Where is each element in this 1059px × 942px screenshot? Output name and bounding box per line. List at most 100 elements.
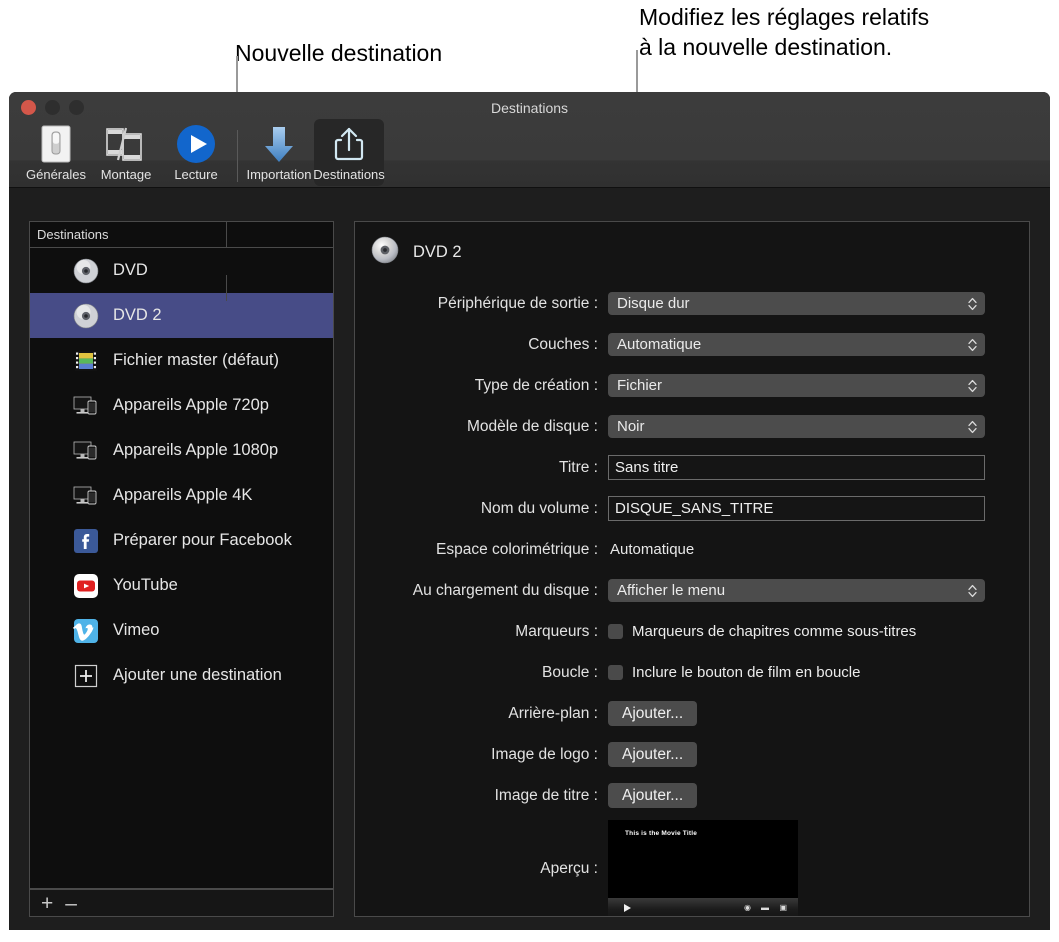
play-icon[interactable]	[624, 904, 631, 912]
field-control: Noir	[608, 415, 1029, 438]
destinations-sidebar: Destinations DVD DVD 2 Fichier master (d…	[29, 221, 334, 889]
text-field-value: DISQUE_SANS_TITRE	[615, 500, 774, 517]
window-body: Destinations DVD DVD 2 Fichier master (d…	[9, 189, 1050, 930]
detail-header: DVD 2	[355, 222, 1029, 269]
preview-movie-title: This is the Movie Title	[625, 830, 698, 837]
menu-preview[interactable]: This is the Movie Title ◉ ▬ ▣	[608, 820, 798, 916]
checkbox-label: Inclure le bouton de film en boucle	[632, 664, 861, 681]
field-label: Titre :	[558, 458, 598, 476]
destination-list-item[interactable]: Fichier master (défaut)	[30, 338, 333, 383]
popup-value: Fichier	[617, 377, 663, 394]
toolbar-item-lecture[interactable]: Lecture	[161, 119, 231, 186]
destination-label: YouTube	[113, 576, 178, 594]
field-control: Marqueurs de chapitres comme sous-titres	[608, 623, 1029, 640]
destination-list-item[interactable]: Préparer pour Facebook	[30, 518, 333, 563]
field-label: Type de création :	[474, 376, 598, 394]
destinations-list: DVD DVD 2 Fichier master (défaut) Appare…	[30, 248, 333, 698]
static-value: Automatique	[610, 541, 695, 558]
disc-icon	[371, 236, 399, 269]
checkbox-row[interactable]: Marqueurs de chapitres comme sous-titres	[608, 623, 916, 640]
popup-button[interactable]: Automatique	[608, 333, 985, 356]
window-titlebar: Destinations Générales Montage Lecture I…	[9, 92, 1050, 188]
destination-list-item[interactable]: Appareils Apple 4K	[30, 473, 333, 518]
popup-button[interactable]: Noir	[608, 415, 985, 438]
field-label: Aperçu :	[540, 860, 598, 877]
checkbox-label: Marqueurs de chapitres comme sous-titres	[632, 623, 917, 640]
form-row: Nom du volume : DISQUE_SANS_TITRE	[355, 488, 1029, 529]
form-row: Titre : Sans titre	[355, 447, 1029, 488]
field-control: This is the Movie Title ◉ ▬ ▣	[608, 820, 1029, 916]
destination-settings-form: Périphérique de sortie : Disque dur Couc…	[355, 283, 1029, 916]
window-title: Destinations	[490, 100, 569, 116]
chevron-updown-icon	[968, 297, 977, 311]
popup-button[interactable]: Afficher le menu	[608, 579, 985, 602]
remove-destination-button[interactable]: –	[65, 893, 77, 914]
destination-label: Appareils Apple 720p	[113, 396, 269, 414]
field-label: Marqueurs :	[515, 622, 598, 640]
youtube-icon	[72, 572, 100, 600]
extras-icon[interactable]: ▣	[779, 904, 787, 912]
destination-list-item[interactable]: Ajouter une destination	[30, 653, 333, 698]
subtitles-icon[interactable]: ▬	[761, 904, 769, 912]
checkbox[interactable]	[608, 665, 623, 680]
chevron-updown-icon	[968, 338, 977, 352]
field-label: Image de logo :	[491, 745, 598, 763]
disc-icon	[72, 257, 100, 285]
add-button[interactable]: Ajouter...	[608, 783, 698, 808]
toolbar-item-generales[interactable]: Générales	[21, 119, 91, 186]
destination-list-item[interactable]: Appareils Apple 1080p	[30, 428, 333, 473]
destination-label: DVD	[113, 261, 148, 279]
field-control: DISQUE_SANS_TITRE	[608, 496, 1029, 521]
chevron-updown-icon	[968, 420, 977, 434]
form-row: Arrière-plan : Ajouter...	[355, 693, 1029, 734]
filmreel-icon	[72, 347, 100, 375]
form-row: Espace colorimétrique : Automatique	[355, 529, 1029, 570]
preview-controls-bar: ◉ ▬ ▣	[608, 898, 798, 916]
popup-value: Disque dur	[617, 295, 690, 312]
form-row: Type de création : Fichier	[355, 365, 1029, 406]
text-field[interactable]: Sans titre	[608, 455, 985, 480]
popup-button[interactable]: Fichier	[608, 374, 985, 397]
field-label: Nom du volume :	[480, 499, 598, 517]
toolbar-item-destinations[interactable]: Destinations	[313, 119, 385, 186]
destination-detail-panel: DVD 2 Périphérique de sortie : Disque du…	[354, 221, 1030, 917]
popup-value: Noir	[617, 418, 645, 435]
form-row: Périphérique de sortie : Disque dur	[355, 283, 1029, 324]
add-button-label: Ajouter...	[622, 786, 684, 804]
sidebar-footer-toolbar: + –	[29, 889, 334, 917]
toolbar-item-importation[interactable]: Importation	[244, 119, 314, 186]
field-label: Espace colorimétrique :	[436, 540, 598, 558]
toolbar-item-montage[interactable]: Montage	[91, 119, 161, 186]
destination-list-item[interactable]: DVD	[30, 248, 333, 293]
destination-label: Appareils Apple 1080p	[113, 441, 279, 459]
destination-list-item[interactable]: Vimeo	[30, 608, 333, 653]
share-icon	[331, 123, 367, 165]
add-button[interactable]: Ajouter...	[608, 742, 698, 767]
field-control: Fichier	[608, 374, 1029, 397]
add-destination-button[interactable]: +	[41, 893, 53, 914]
add-button-label: Ajouter...	[622, 745, 684, 763]
destination-label: Ajouter une destination	[113, 666, 282, 684]
text-field[interactable]: DISQUE_SANS_TITRE	[608, 496, 985, 521]
checkbox[interactable]	[608, 624, 623, 639]
scenes-icon[interactable]: ◉	[744, 904, 751, 912]
field-label: Arrière-plan :	[508, 704, 598, 722]
sidebar-column-divider[interactable]	[226, 222, 227, 248]
destination-list-item[interactable]: DVD 2	[30, 293, 333, 338]
toolbar-label: Destinations	[313, 167, 385, 182]
field-label: Boucle :	[541, 663, 598, 681]
form-row: Modèle de disque : Noir	[355, 406, 1029, 447]
switch-icon	[38, 123, 74, 165]
toolbar-separator	[237, 130, 238, 182]
field-label: Modèle de disque :	[467, 417, 598, 435]
preferences-toolbar: Générales Montage Lecture Importation De…	[21, 119, 385, 186]
destination-list-item[interactable]: Appareils Apple 720p	[30, 383, 333, 428]
chevron-updown-icon	[968, 584, 977, 598]
checkbox-row[interactable]: Inclure le bouton de film en boucle	[608, 664, 860, 681]
field-label: Au chargement du disque :	[412, 581, 598, 599]
destination-list-item[interactable]: YouTube	[30, 563, 333, 608]
destination-label: Préparer pour Facebook	[113, 531, 292, 549]
sidebar-column-divider-row	[226, 275, 227, 301]
popup-button[interactable]: Disque dur	[608, 292, 985, 315]
add-button[interactable]: Ajouter...	[608, 701, 698, 726]
